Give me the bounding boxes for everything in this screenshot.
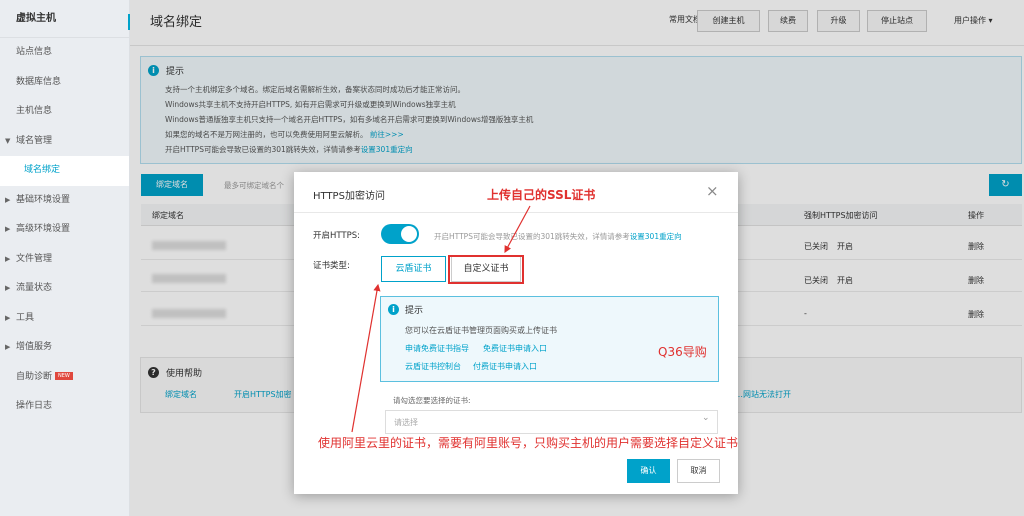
annotation-upload-ssl: 上传自己的SSL证书 (487, 188, 596, 202)
annotation-arrow-top (504, 205, 531, 254)
annotation-arrow-bottom (351, 283, 381, 433)
annotation-aliyun-cert-note: 使用阿里云里的证书，需要有阿里账号，只购买主机的用户需要选择自定义证书 (318, 436, 739, 450)
annotation-watermark: Q36导购 (658, 345, 707, 359)
